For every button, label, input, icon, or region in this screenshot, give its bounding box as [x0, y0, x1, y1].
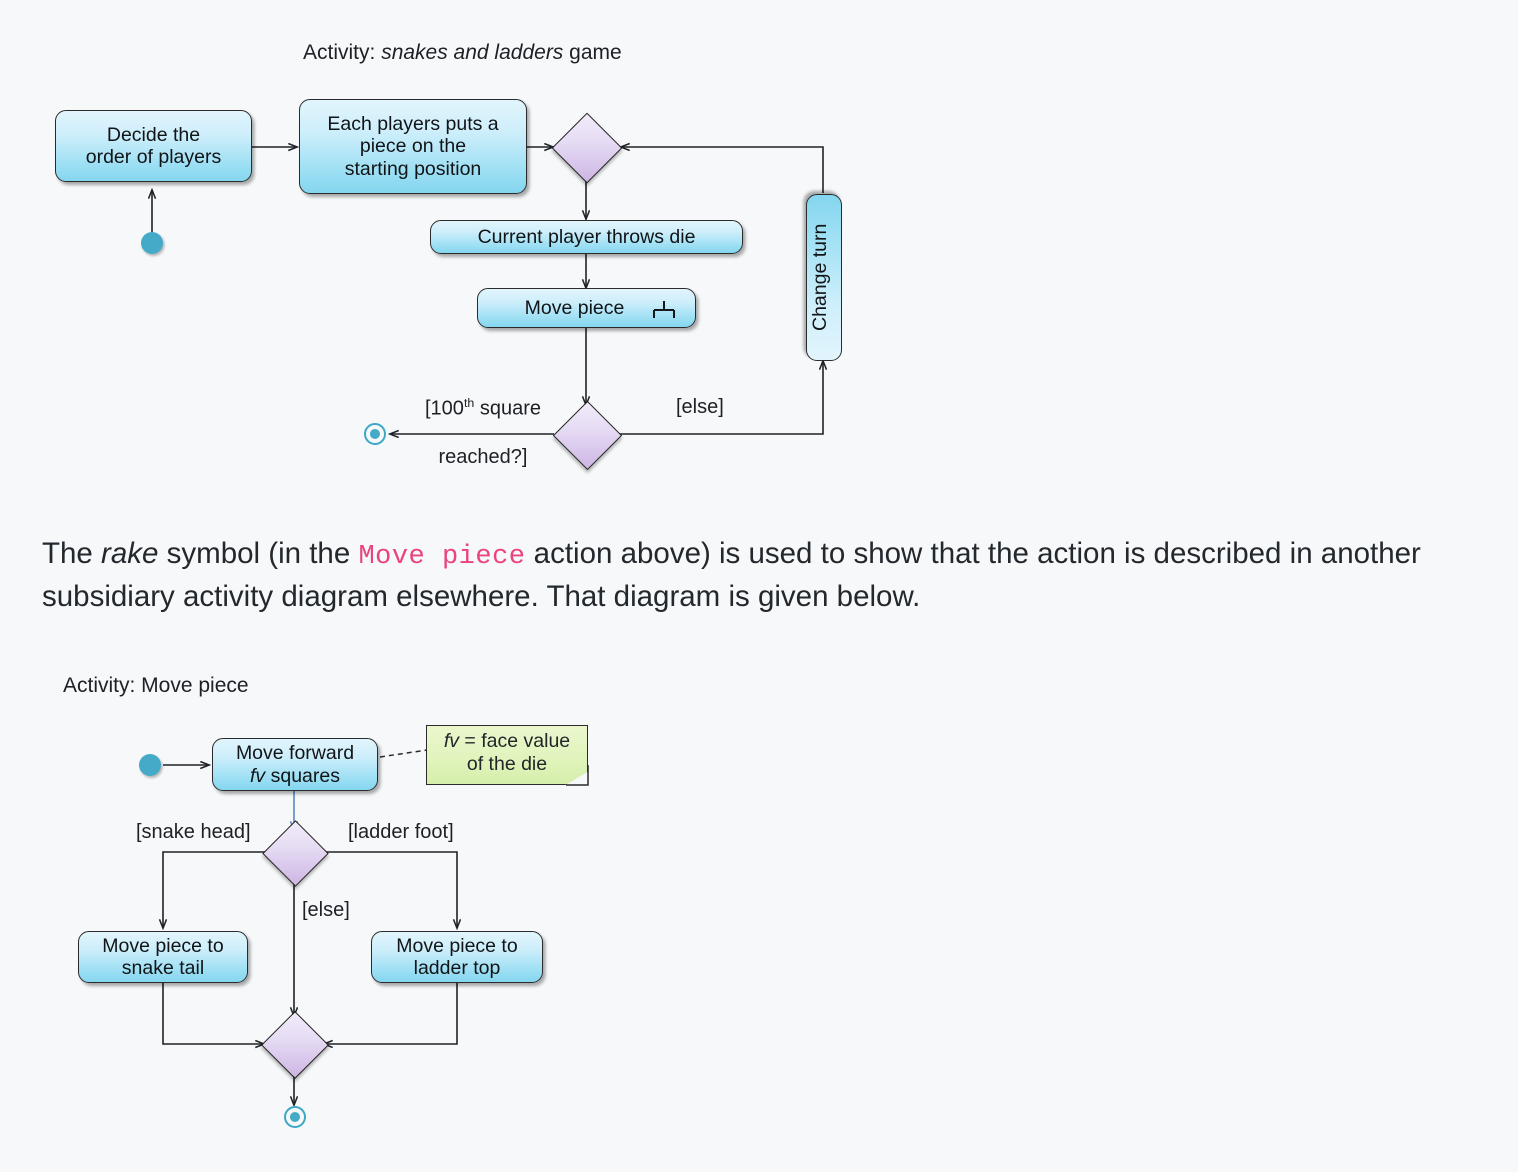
- action-label-line3: starting position: [344, 157, 482, 180]
- para-rake-italic: rake: [101, 537, 159, 570]
- rake-icon: [653, 301, 675, 318]
- inline-code-move-piece: Move piece: [358, 542, 526, 572]
- action-move-forward-fv-squares[interactable]: Move forward fv squares: [212, 738, 378, 791]
- note-line2: of the die: [466, 753, 548, 775]
- action-current-player-throws-die[interactable]: Current player throws die: [430, 220, 743, 254]
- action-move-piece-to-snake-tail[interactable]: Move piece to snake tail: [78, 931, 248, 983]
- action-move-piece[interactable]: Move piece: [477, 288, 696, 328]
- note-line1: fv = face value: [443, 730, 571, 752]
- action-place-piece-start[interactable]: Each players puts a piece on the startin…: [299, 99, 527, 194]
- top-title-prefix: Activity:: [303, 41, 376, 64]
- action-label-line2: order of players: [85, 146, 222, 168]
- guard-line2: reached?]: [438, 445, 528, 468]
- top-title-suffix: game: [569, 41, 622, 64]
- initial-node-top: [141, 232, 163, 254]
- final-node-top: [364, 423, 386, 445]
- action-label-line2: ladder top: [413, 957, 501, 979]
- action-decide-order-of-players[interactable]: Decide the order of players: [55, 110, 252, 182]
- action-change-turn[interactable]: Change turn: [806, 194, 842, 361]
- guard-else-bottom: [else]: [302, 899, 350, 921]
- action-label-line1: Move piece to: [396, 934, 518, 957]
- action-label-line2: piece on the: [359, 135, 467, 158]
- action-label-line2: snake tail: [121, 957, 205, 979]
- guard-snake-head: [snake head]: [136, 821, 251, 843]
- action-label: Current player throws die: [477, 225, 696, 248]
- top-title-italic: snakes and ladders: [381, 41, 564, 64]
- decision-node-snake-or-ladder: [262, 820, 329, 887]
- action-label-line1: Each players puts a: [327, 113, 499, 136]
- action-label-line1: Move piece to: [102, 934, 224, 957]
- merge-node-bottom: [261, 1011, 329, 1079]
- para-part3: symbol (in the: [158, 537, 359, 570]
- final-node-bottom: [284, 1106, 306, 1128]
- bottom-diagram-title: Activity: Move piece: [63, 674, 249, 697]
- guard-ladder-foot: [ladder foot]: [348, 821, 454, 843]
- action-label-line1: Move forward: [235, 742, 355, 765]
- guard-else-top: [else]: [676, 396, 724, 418]
- initial-node-bottom: [139, 754, 161, 776]
- action-label-line1: Decide the: [106, 123, 201, 146]
- action-move-piece-to-ladder-top[interactable]: Move piece to ladder top: [371, 931, 543, 983]
- top-diagram-title: Activity: snakes and ladders game: [303, 41, 622, 65]
- action-label-line2: fv squares: [250, 764, 340, 787]
- action-label: Change turn: [809, 223, 831, 332]
- note-fv-definition: fv = face value of the die: [426, 725, 588, 785]
- para-part1: The: [42, 537, 102, 570]
- guard-line1: [100th square: [425, 396, 541, 420]
- guard-100th-square-reached: [100th square reached?]: [393, 396, 573, 470]
- action-label: Move piece: [524, 296, 625, 319]
- merge-node-top: [551, 112, 623, 184]
- explanation-paragraph: The rake symbol (in the Move piece actio…: [42, 533, 1506, 618]
